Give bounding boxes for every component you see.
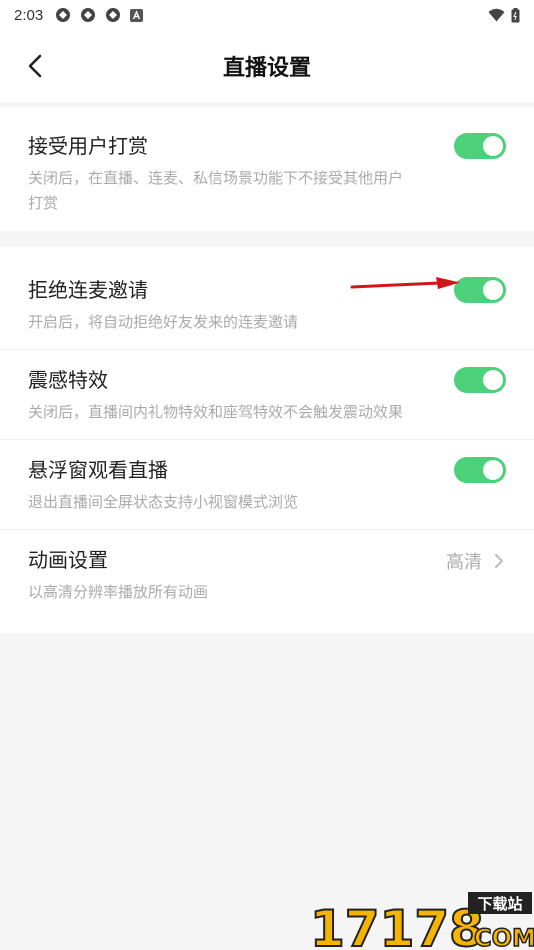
setting-title: 接受用户打赏 — [28, 134, 148, 158]
setting-row-vibration: 震感特效 关闭后，直播间内礼物特效和座驾特效不会触发震动效果 — [0, 350, 534, 440]
section-divider — [0, 231, 534, 247]
setting-title: 悬浮窗观看直播 — [28, 458, 168, 482]
setting-title: 动画设置 — [28, 548, 108, 572]
vibration-toggle[interactable] — [454, 367, 506, 393]
status-time: 2:03 — [14, 6, 44, 24]
setting-description: 退出直播间全屏状态支持小视窗模式浏览 — [28, 493, 299, 511]
animation-value-group[interactable]: 高清 — [446, 548, 506, 574]
back-arrow-icon[interactable] — [22, 52, 50, 80]
watermark-domain: COM — [474, 924, 534, 950]
setting-description: 关闭后，直播间内礼物特效和座驾特效不会触发震动效果 — [28, 403, 404, 421]
annotation-arrow-icon — [350, 277, 460, 289]
app-notification-icon — [130, 8, 144, 22]
floating-window-toggle[interactable] — [454, 457, 506, 483]
watermark-number: 17178 — [310, 900, 484, 950]
battery-icon — [511, 7, 520, 22]
setting-description: 关闭后，在直播、连麦、私信场景功能下不接受其他用户打赏 — [28, 169, 404, 212]
wifi-icon — [488, 8, 505, 22]
notification-icon — [56, 8, 71, 22]
notification-icon — [81, 8, 96, 22]
settings-card-reward: 接受用户打赏 关闭后，在直播、连麦、私信场景功能下不接受其他用户打赏 — [0, 107, 534, 231]
chevron-right-icon — [495, 554, 503, 568]
setting-title: 震感特效 — [28, 368, 108, 392]
watermark-logo: 17178 下载站 COM — [309, 892, 534, 950]
animation-value: 高清 — [446, 552, 482, 573]
setting-row-floating-window: 悬浮窗观看直播 退出直播间全屏状态支持小视窗模式浏览 — [0, 440, 534, 530]
status-bar: 2:03 — [0, 0, 534, 30]
setting-row-animation[interactable]: 动画设置 以高清分辨率播放所有动画 高清 — [0, 530, 534, 633]
nav-bar: 直播设置 — [0, 30, 534, 102]
setting-description: 开启后，将自动拒绝好友发来的连麦邀请 — [28, 313, 299, 331]
reward-toggle[interactable] — [454, 133, 506, 159]
setting-row-reward: 接受用户打赏 关闭后，在直播、连麦、私信场景功能下不接受其他用户打赏 — [0, 107, 534, 231]
notification-icon — [106, 8, 121, 22]
page-title: 直播设置 — [222, 56, 311, 81]
watermark-tag: 下载站 — [477, 895, 522, 913]
setting-description: 以高清分辨率播放所有动画 — [28, 583, 209, 601]
setting-row-refuse-invite: 拒绝连麦邀请 开启后，将自动拒绝好友发来的连麦邀请 — [0, 247, 534, 350]
settings-card-live: 拒绝连麦邀请 开启后，将自动拒绝好友发来的连麦邀请 震感特效 关闭后，直播间内礼… — [0, 247, 534, 633]
